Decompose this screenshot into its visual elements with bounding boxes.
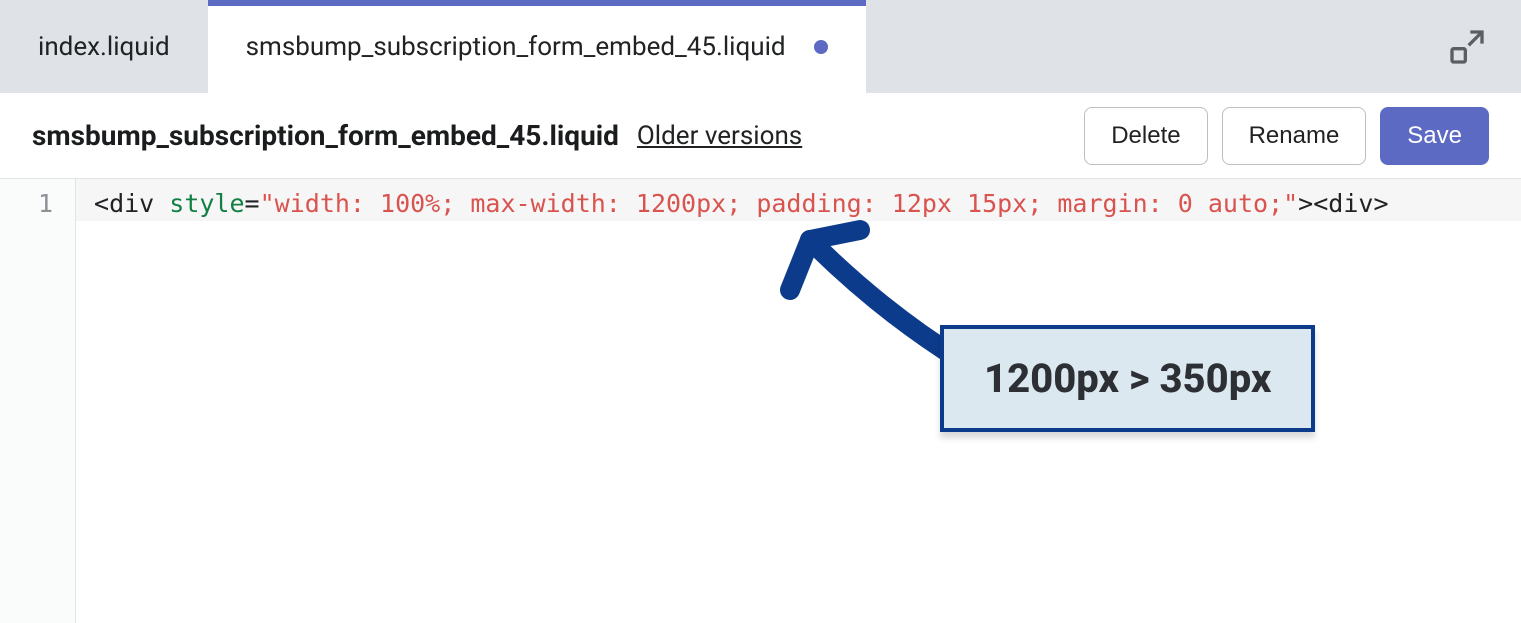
code-token: < [94, 189, 109, 218]
delete-button[interactable]: Delete [1084, 107, 1207, 165]
code-token: div [1328, 189, 1373, 218]
code-token: style [169, 189, 244, 218]
code-token: " [1283, 189, 1298, 218]
tab-label: smsbump_subscription_form_embed_45.liqui… [246, 32, 786, 62]
save-button[interactable]: Save [1380, 107, 1489, 165]
line-number: 1 [0, 189, 53, 218]
code-token: " [260, 189, 275, 218]
line-gutter: 1 [0, 179, 76, 623]
code-line-1[interactable]: <div style="width: 100%; max-width: 1200… [76, 179, 1521, 221]
tab-index-liquid[interactable]: index.liquid [0, 0, 208, 93]
rename-button[interactable]: Rename [1222, 107, 1367, 165]
unsaved-indicator-icon [814, 40, 828, 54]
annotation-text: 1200px > 350px [984, 355, 1271, 402]
code-token [154, 189, 169, 218]
code-token: = [245, 189, 260, 218]
code-token: < [1313, 189, 1328, 218]
tab-smsbump-liquid[interactable]: smsbump_subscription_form_embed_45.liqui… [208, 0, 866, 93]
code-token: width: 100%; max-width: 1200px; padding:… [275, 189, 1283, 218]
code-token: > [1373, 189, 1388, 218]
expand-icon[interactable] [1447, 0, 1521, 93]
code-token: > [1298, 189, 1313, 218]
older-versions-link[interactable]: Older versions [637, 121, 802, 151]
tabbar-spacer [866, 0, 1447, 93]
code-token: div [109, 189, 154, 218]
annotation-callout: 1200px > 350px [940, 325, 1315, 432]
tab-label: index.liquid [38, 32, 170, 62]
file-toolbar: smsbump_subscription_form_embed_45.liqui… [0, 93, 1521, 179]
file-title: smsbump_subscription_form_embed_45.liqui… [32, 119, 619, 152]
tab-bar: index.liquid smsbump_subscription_form_e… [0, 0, 1521, 93]
